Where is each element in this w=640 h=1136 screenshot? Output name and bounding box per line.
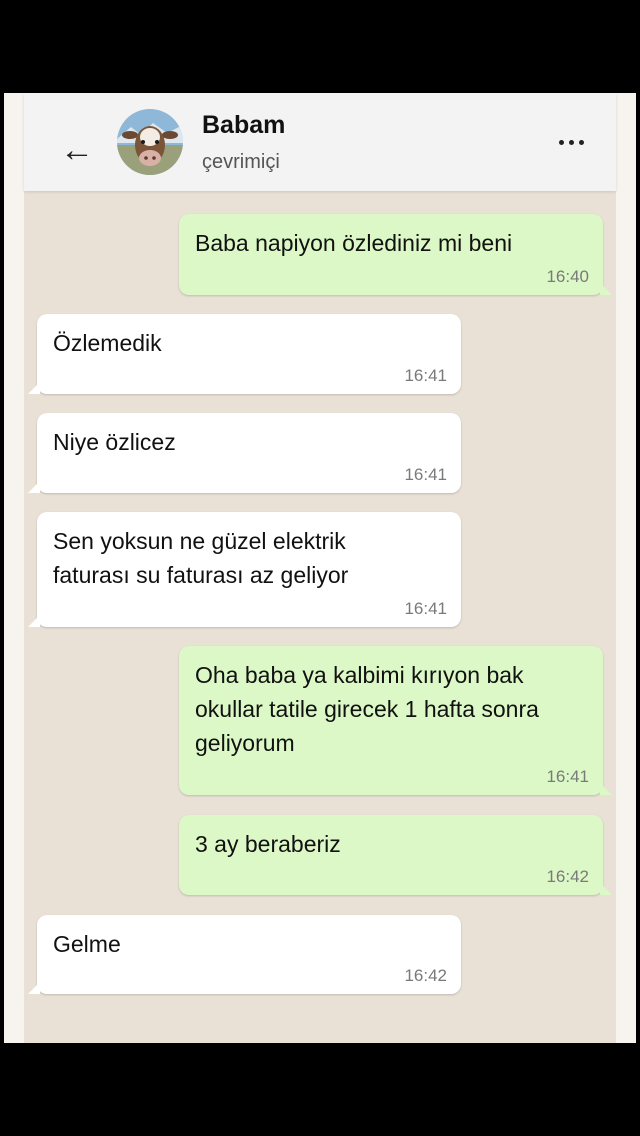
screen-right-edge	[616, 93, 636, 1043]
message-time: 16:41	[546, 767, 589, 786]
message-bubble-incoming[interactable]: Sen yoksun ne güzel elektrik faturası su…	[28, 512, 461, 627]
message-time: 16:41	[404, 599, 447, 618]
message-time: 16:41	[404, 465, 447, 484]
message-bubble-outgoing[interactable]: Baba napiyon özlediniz mi beni 16:40	[179, 214, 612, 295]
contact-status: çevrimiçi	[202, 151, 280, 173]
message-bubble-incoming[interactable]: Gelme 16:42	[28, 915, 461, 994]
message-text: Niye özlicez	[53, 429, 176, 455]
message-text: Baba napiyon özlediniz mi beni	[195, 230, 513, 256]
message-time: 16:41	[404, 366, 447, 385]
message-text: Gelme	[53, 931, 121, 957]
message-bubble-incoming[interactable]: Niye özlicez 16:41	[28, 413, 461, 493]
message-text: Sen yoksun ne güzel elektrik faturası su…	[53, 528, 349, 588]
message-time: 16:40	[546, 267, 589, 286]
message-bubble-outgoing[interactable]: 3 ay beraberiz 16:42	[179, 815, 612, 895]
message-bubble-outgoing[interactable]: Oha baba ya kalbimi kırıyon bak okullar …	[179, 646, 612, 795]
message-text: Oha baba ya kalbimi kırıyon bak okullar …	[195, 662, 539, 756]
message-bubble-incoming[interactable]: Özlemedik 16:41	[28, 314, 461, 394]
message-time: 16:42	[546, 867, 589, 886]
chat-header: ← Babam çevrimiçi	[24, 93, 616, 191]
phone-screen: ← Babam çevrimiçi Baba napiyon özlediniz…	[4, 93, 636, 1043]
message-time: 16:42	[404, 966, 447, 985]
cow-avatar-image	[117, 109, 183, 175]
back-arrow-icon[interactable]: ←	[60, 133, 94, 167]
message-text: 3 ay beraberiz	[195, 831, 341, 857]
more-options-icon[interactable]	[552, 128, 592, 158]
contact-avatar[interactable]	[117, 109, 183, 175]
screen-left-edge	[4, 93, 24, 1043]
contact-name[interactable]: Babam	[202, 111, 285, 140]
message-text: Özlemedik	[53, 330, 162, 356]
